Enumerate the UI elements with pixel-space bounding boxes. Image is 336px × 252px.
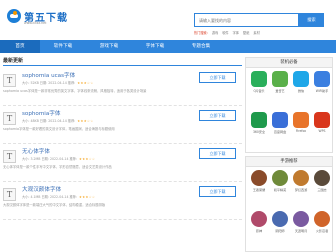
search-button[interactable]: 搜索 [299, 13, 324, 27]
sidebar-app-item[interactable]: 爱奇艺 [270, 71, 290, 99]
item-title[interactable]: 无心体字体 [22, 147, 50, 155]
nav-item-software[interactable]: 软件下载 [40, 40, 86, 53]
rating-stars: ★★★☆☆ [78, 157, 96, 161]
app-name: WPS [318, 129, 326, 133]
item-description: sophomia ucas字体是一款非常优秀的英文字体，字体线条流畅，风格独特，… [3, 89, 147, 93]
video-app-icon [272, 71, 288, 87]
sidebar-app-item[interactable]: 阴阳师 [270, 211, 290, 239]
game-icon [293, 170, 309, 186]
section-divider [3, 65, 242, 66]
sidebar-app-item[interactable]: WPS [312, 112, 332, 140]
sidebar-app-item[interactable]: 和平精英 [270, 170, 290, 198]
font-file-icon[interactable]: T [3, 74, 16, 87]
sidebar-app-item[interactable]: 梦幻西游 [291, 170, 311, 198]
hot-search-link[interactable]: 字体 [233, 31, 239, 35]
item-description: sophomia字体是一款好看的英文设计字体，笔画圆润，适合海报与标题使用 [3, 127, 115, 131]
essential-apps-panel: 装机必备 QQ音乐 爱奇艺 微信 WiFi助手 360安全 百度网盘 Firefox WPS [245, 57, 333, 153]
app-name: 火影忍者 [315, 229, 329, 233]
item-title[interactable]: 大观汉颜体字体 [22, 185, 61, 193]
game-icon [314, 170, 330, 186]
panel-title: 装机必备 [246, 58, 332, 68]
list-item: T sophomia字体 大小: 48KB 日期: 2022-04-14 推荐:… [3, 107, 242, 144]
sidebar-app-item[interactable]: 百度网盘 [270, 112, 290, 140]
item-meta: 大小: 3.2MB 日期: 2022-04-14 推荐: ★★★☆☆ [22, 156, 95, 161]
nav-item-fonts[interactable]: 字体下载 [132, 40, 178, 53]
game-icon [314, 211, 330, 227]
shield-app-icon [251, 112, 267, 128]
sidebar: 装机必备 QQ音乐 爱奇艺 微信 WiFi助手 360安全 百度网盘 Firefox WPS … [245, 57, 333, 252]
item-meta-text: 大小: 3.2MB 日期: 2022-04-14 推荐: [22, 157, 77, 161]
sidebar-app-item[interactable]: Firefox [291, 112, 311, 140]
item-description: 大观汉颜体字体是一款端庄大气的中文字体，结构稳重，适合标题排版 [3, 203, 106, 207]
sidebar-app-item[interactable]: 三国志 [312, 170, 332, 198]
wifi-app-icon [314, 71, 330, 87]
download-button[interactable]: 立即下载 [199, 110, 236, 121]
panel-title: 手游推荐 [246, 157, 332, 167]
music-app-icon [251, 71, 267, 87]
item-meta-text: 大小: 52KB 日期: 2022-04-14 推荐: [22, 81, 76, 85]
hot-search-link[interactable]: 软件 [222, 31, 228, 35]
item-meta: 大小: 4.1MB 日期: 2022-04-14 推荐: ★★★☆☆ [22, 194, 95, 199]
list-item: T sophomia ucas字体 大小: 52KB 日期: 2022-04-1… [3, 69, 242, 106]
item-meta: 大小: 48KB 日期: 2022-04-14 推荐: ★★★☆☆ [22, 118, 94, 123]
item-meta-text: 大小: 4.1MB 日期: 2022-04-14 推荐: [22, 195, 77, 199]
item-title[interactable]: sophomia字体 [22, 109, 60, 117]
item-description: 无心体字体是一款个性手写中文字体，字形自然随意，适合文艺类设计作品 [3, 165, 112, 169]
download-button[interactable]: 立即下载 [199, 148, 236, 159]
nav-item-topics[interactable]: 专题合集 [178, 40, 224, 53]
site-logo[interactable]: 第五下载 www.d5xz.net [5, 6, 67, 36]
latest-updates: 最新更新 T sophomia ucas字体 大小: 52KB 日期: 2022… [3, 57, 242, 252]
sidebar-app-item[interactable]: 360安全 [249, 112, 269, 140]
rating-stars: ★★★☆☆ [78, 195, 96, 199]
app-name: 三国志 [317, 188, 327, 192]
font-file-icon[interactable]: T [3, 150, 16, 163]
main-nav: 首页 软件下载 游戏下载 字体下载 专题合集 [0, 40, 336, 53]
hot-search-label: 热门搜索: [194, 31, 208, 35]
sidebar-app-item[interactable]: QQ音乐 [249, 71, 269, 99]
hot-search-link[interactable]: 壁纸 [243, 31, 249, 35]
logo-icon [7, 9, 21, 23]
nav-item-games[interactable]: 游戏下载 [86, 40, 132, 53]
rating-stars: ★★★☆☆ [77, 81, 94, 85]
hot-search-row: 热门搜索: 游戏 软件 字体 壁纸 素材 [194, 30, 329, 36]
app-name: WiFi助手 [315, 89, 329, 93]
sidebar-app-item[interactable]: 火影忍者 [312, 211, 332, 239]
sidebar-app-item[interactable]: 王者荣耀 [249, 170, 269, 198]
game-icon [272, 170, 288, 186]
rating-stars: ★★★☆☆ [77, 119, 94, 123]
search-input[interactable] [195, 14, 298, 26]
item-meta: 大小: 52KB 日期: 2022-04-14 推荐: ★★★☆☆ [22, 80, 94, 85]
sidebar-app-item[interactable]: 原神 [249, 211, 269, 239]
mobile-games-panel: 手游推荐 王者荣耀 和平精英 梦幻西游三国志原神 阴阳师 天涯明月 火影忍者 [245, 156, 333, 252]
item-meta-text: 大小: 48KB 日期: 2022-04-14 推荐: [22, 119, 76, 123]
chat-app-icon [293, 71, 309, 87]
section-title: 最新更新 [3, 58, 24, 64]
game-icon [293, 211, 309, 227]
sidebar-app-item[interactable]: 天涯明月 [291, 211, 311, 239]
list-item: T 无心体字体 大小: 3.2MB 日期: 2022-04-14 推荐: ★★★☆… [3, 145, 242, 182]
sidebar-app-item[interactable]: 微信 [291, 71, 311, 99]
font-file-icon[interactable]: T [3, 112, 16, 125]
browser-app-icon [293, 112, 309, 128]
nav-item-home[interactable]: 首页 [0, 40, 40, 53]
hot-search-link[interactable]: 素材 [253, 31, 259, 35]
game-icon [251, 170, 267, 186]
list-item: T 大观汉颜体字体 大小: 4.1MB 日期: 2022-04-14 推荐: ★★… [3, 183, 242, 220]
font-file-icon[interactable]: T [3, 188, 16, 201]
office-app-icon [314, 112, 330, 128]
game-icon [272, 211, 288, 227]
hot-search-link[interactable]: 游戏 [212, 31, 218, 35]
sidebar-app-item[interactable]: WiFi助手 [312, 71, 332, 99]
logo-subtitle: www.d5xz.net [24, 21, 47, 25]
search-box [194, 13, 299, 27]
download-button[interactable]: 立即下载 [199, 186, 236, 197]
download-button[interactable]: 立即下载 [199, 72, 236, 83]
item-title[interactable]: sophomia ucas字体 [22, 71, 75, 79]
cloud-app-icon [272, 112, 288, 128]
game-icon [251, 211, 267, 227]
